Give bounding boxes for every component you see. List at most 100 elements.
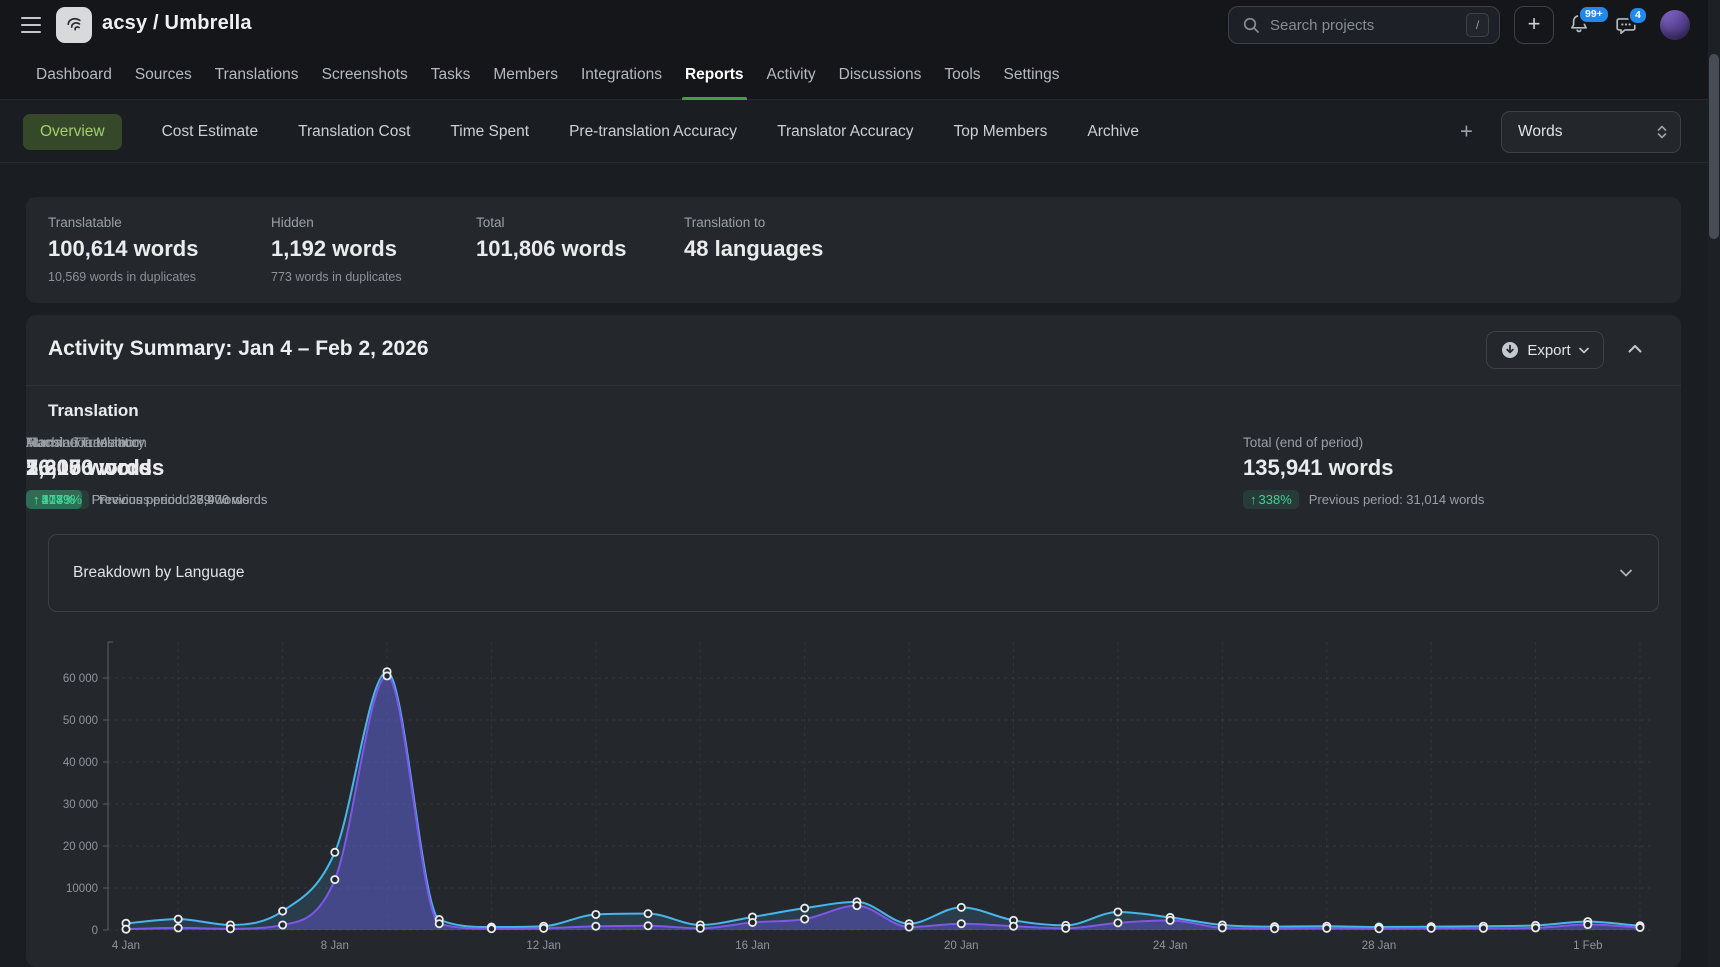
notifications-count-badge: 99+ [1578,5,1610,24]
export-button[interactable]: Export [1486,331,1604,369]
nav-tab-translations[interactable]: Translations [215,50,299,99]
svg-text:8 Jan: 8 Jan [321,940,349,952]
data-point-purple[interactable] [906,923,913,930]
data-point-purple[interactable] [1323,925,1330,932]
data-point-purple[interactable] [1167,917,1174,924]
data-point-purple[interactable] [1375,925,1382,932]
data-point-purple[interactable] [697,925,704,932]
data-point-purple[interactable] [853,902,860,909]
data-point-blue[interactable] [644,910,651,917]
data-point-purple[interactable] [436,920,443,927]
subtab-translation-cost[interactable]: Translation Cost [298,123,410,141]
search-input[interactable]: Search projects / [1228,6,1500,44]
data-point-purple[interactable] [488,925,495,932]
data-point-purple[interactable] [383,672,390,679]
stat-sub: 10,569 words in duplicates [48,270,198,284]
subtab-cost-estimate[interactable]: Cost Estimate [162,123,258,141]
create-new-button[interactable]: + [1514,6,1554,44]
nav-tab-tools[interactable]: Tools [944,50,980,99]
data-point-purple[interactable] [958,920,965,927]
nav-tab-screenshots[interactable]: Screenshots [322,50,408,99]
top-bar: acsy / Umbrella Search projects / + 99+ … [0,0,1720,50]
unit-selector-value: Words [1518,123,1563,141]
caret-down-icon [1579,347,1589,354]
nav-tab-activity[interactable]: Activity [767,50,816,99]
stat-value: 1,192 words [271,236,402,262]
data-point-purple[interactable] [801,915,808,922]
activity-summary-card: Activity Summary: Jan 4 – Feb 2, 2026 Ex… [26,315,1681,967]
add-report-button[interactable]: + [1460,118,1473,144]
app-logo[interactable] [56,7,92,43]
stat-label: Total [476,215,626,230]
select-chevrons-icon [1657,124,1667,140]
data-point-purple[interactable] [1010,923,1017,930]
nav-tab-discussions[interactable]: Discussions [839,50,922,99]
data-point-purple[interactable] [279,921,286,928]
svg-text:20 Jan: 20 Jan [944,940,979,952]
nav-tab-members[interactable]: Members [493,50,558,99]
stat-label: Translatable [48,215,198,230]
nav-tab-tasks[interactable]: Tasks [431,50,471,99]
data-point-purple[interactable] [540,925,547,932]
data-point-purple[interactable] [175,924,182,931]
nav-tab-reports[interactable]: Reports [685,50,744,99]
svg-text:4 Jan: 4 Jan [112,940,140,952]
data-point-purple[interactable] [1584,921,1591,928]
nav-tab-integrations[interactable]: Integrations [581,50,662,99]
nav-tab-sources[interactable]: Sources [135,50,192,99]
data-point-purple[interactable] [1114,919,1121,926]
breakdown-label: Breakdown by Language [73,564,245,582]
scrollbar-thumb[interactable] [1709,54,1719,239]
chevron-down-icon [1618,565,1634,581]
data-point-blue[interactable] [801,905,808,912]
project-breadcrumb[interactable]: acsy / Umbrella [102,12,252,35]
breakdown-by-language-toggle[interactable]: Breakdown by Language [48,534,1659,612]
data-point-purple[interactable] [122,926,129,933]
svg-text:24 Jan: 24 Jan [1153,940,1188,952]
data-point-purple[interactable] [227,925,234,932]
data-point-purple[interactable] [331,876,338,883]
svg-text:50 000: 50 000 [63,715,98,727]
nav-tab-dashboard[interactable]: Dashboard [36,50,112,99]
stat-label: Translation to [684,215,823,230]
unit-selector[interactable]: Words [1501,111,1681,153]
data-point-purple[interactable] [1636,924,1643,931]
chevron-up-icon [1626,340,1644,358]
data-point-purple[interactable] [644,922,651,929]
scrollbar-track[interactable] [1708,0,1720,967]
svg-text:10000: 10000 [66,883,98,895]
subtab-time-spent[interactable]: Time Spent [450,123,529,141]
data-point-purple[interactable] [592,923,599,930]
data-point-blue[interactable] [958,904,965,911]
data-point-blue[interactable] [175,915,182,922]
data-point-purple[interactable] [1532,924,1539,931]
increase-arrow-icon: ↑ [33,492,40,507]
activity-chart[interactable]: 01000020 00030 00040 00050 00060 0004 Ja… [40,618,1660,963]
data-point-purple[interactable] [1062,925,1069,932]
data-point-purple[interactable] [1219,924,1226,931]
subtab-overview[interactable]: Overview [23,114,122,150]
divider [26,385,1681,386]
svg-text:28 Jan: 28 Jan [1362,940,1397,952]
previous-period: Previous period: 31,014 words [1309,492,1485,507]
user-avatar[interactable] [1660,10,1690,40]
data-point-purple[interactable] [1428,925,1435,932]
stat-hidden: Hidden 1,192 words 773 words in duplicat… [271,215,402,284]
data-point-purple[interactable] [1271,925,1278,932]
subtab-pretranslation-accuracy[interactable]: Pre-translation Accuracy [569,123,737,141]
data-point-blue[interactable] [1114,908,1121,915]
subtab-archive[interactable]: Archive [1087,123,1139,141]
data-point-purple[interactable] [1480,925,1487,932]
svg-text:16 Jan: 16 Jan [735,940,770,952]
data-point-purple[interactable] [749,919,756,926]
collapse-section-button[interactable] [1626,340,1648,362]
subtab-top-members[interactable]: Top Members [953,123,1047,141]
data-point-blue[interactable] [592,911,599,918]
hamburger-menu-icon[interactable] [21,17,41,33]
translation-section-title: Translation [48,401,139,421]
data-point-blue[interactable] [279,908,286,915]
svg-text:20 000: 20 000 [63,841,98,853]
data-point-blue[interactable] [331,849,338,856]
nav-tab-settings[interactable]: Settings [1004,50,1060,99]
subtab-translator-accuracy[interactable]: Translator Accuracy [777,123,913,141]
